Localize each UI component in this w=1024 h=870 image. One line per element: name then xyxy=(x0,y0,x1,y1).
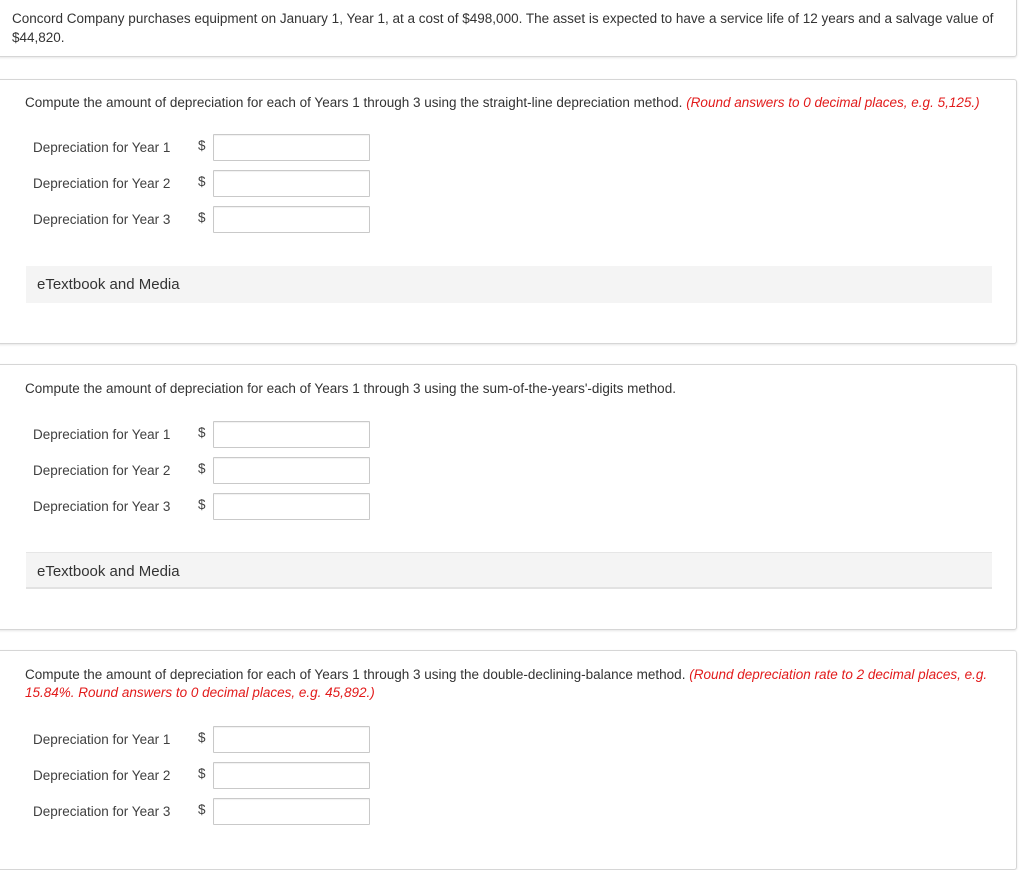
ddb-year-3-input[interactable] xyxy=(213,797,370,825)
answer-row-year-1: Depreciation for Year 1 $ xyxy=(33,416,370,452)
dollar-sign: $ xyxy=(198,173,206,189)
answer-row-year-3: Depreciation for Year 3 $ xyxy=(33,793,370,829)
etextbook-and-media-link[interactable]: eTextbook and Media xyxy=(26,552,992,589)
answer-row-year-1: Depreciation for Year 1 $ xyxy=(33,721,370,757)
syd-year-1-input[interactable] xyxy=(213,420,370,448)
rounding-hint: (Round answers to 0 decimal places, e.g.… xyxy=(686,95,980,110)
sl-year-2-input[interactable] xyxy=(213,169,370,197)
straight-line-prompt: Compute the amount of depreciation for e… xyxy=(25,94,992,112)
dollar-sign: $ xyxy=(198,424,206,440)
syd-year-2-input[interactable] xyxy=(213,456,370,484)
answer-row-year-2: Depreciation for Year 2 $ xyxy=(33,757,370,793)
etextbook-and-media-link[interactable]: eTextbook and Media xyxy=(26,266,992,303)
problem-statement: Concord Company purchases equipment on J… xyxy=(12,11,994,45)
ddb-year-1-input[interactable] xyxy=(213,725,370,753)
row-label: Depreciation for Year 1 xyxy=(33,139,171,155)
row-label: Depreciation for Year 1 xyxy=(33,731,171,747)
dollar-sign: $ xyxy=(198,209,206,225)
prompt-text: Compute the amount of depreciation for e… xyxy=(25,667,686,682)
sum-of-years-digits-panel: Compute the amount of depreciation for e… xyxy=(0,364,1017,630)
row-label: Depreciation for Year 2 xyxy=(33,767,171,783)
prompt-text: Compute the amount of depreciation for e… xyxy=(25,95,683,110)
row-label: Depreciation for Year 3 xyxy=(33,803,171,819)
ddb-year-2-input[interactable] xyxy=(213,761,370,789)
dollar-sign: $ xyxy=(198,137,206,153)
answer-row-year-2: Depreciation for Year 2 $ xyxy=(33,452,370,488)
sl-year-1-input[interactable] xyxy=(213,133,370,161)
problem-statement-panel: Concord Company purchases equipment on J… xyxy=(0,0,1017,57)
dollar-sign: $ xyxy=(198,460,206,476)
answer-row-year-3: Depreciation for Year 3 $ xyxy=(33,201,370,237)
ddb-answer-rows: Depreciation for Year 1 $ Depreciation f… xyxy=(33,721,370,829)
straight-line-panel: Compute the amount of depreciation for e… xyxy=(0,79,1017,344)
row-label: Depreciation for Year 2 xyxy=(33,462,171,478)
double-declining-balance-panel: Compute the amount of depreciation for e… xyxy=(0,650,1017,870)
dollar-sign: $ xyxy=(198,765,206,781)
row-label: Depreciation for Year 2 xyxy=(33,175,171,191)
ddb-prompt: Compute the amount of depreciation for e… xyxy=(25,666,992,702)
row-label: Depreciation for Year 1 xyxy=(33,426,171,442)
row-label: Depreciation for Year 3 xyxy=(33,498,171,514)
prompt-text: Compute the amount of depreciation for e… xyxy=(25,381,676,396)
answer-row-year-2: Depreciation for Year 2 $ xyxy=(33,165,370,201)
dollar-sign: $ xyxy=(198,801,206,817)
sl-year-3-input[interactable] xyxy=(213,205,370,233)
syd-answer-rows: Depreciation for Year 1 $ Depreciation f… xyxy=(33,416,370,524)
answer-row-year-3: Depreciation for Year 3 $ xyxy=(33,488,370,524)
straight-line-answer-rows: Depreciation for Year 1 $ Depreciation f… xyxy=(33,129,370,237)
dollar-sign: $ xyxy=(198,729,206,745)
syd-year-3-input[interactable] xyxy=(213,492,370,520)
syd-prompt: Compute the amount of depreciation for e… xyxy=(25,380,992,398)
dollar-sign: $ xyxy=(198,496,206,512)
answer-row-year-1: Depreciation for Year 1 $ xyxy=(33,129,370,165)
row-label: Depreciation for Year 3 xyxy=(33,211,171,227)
